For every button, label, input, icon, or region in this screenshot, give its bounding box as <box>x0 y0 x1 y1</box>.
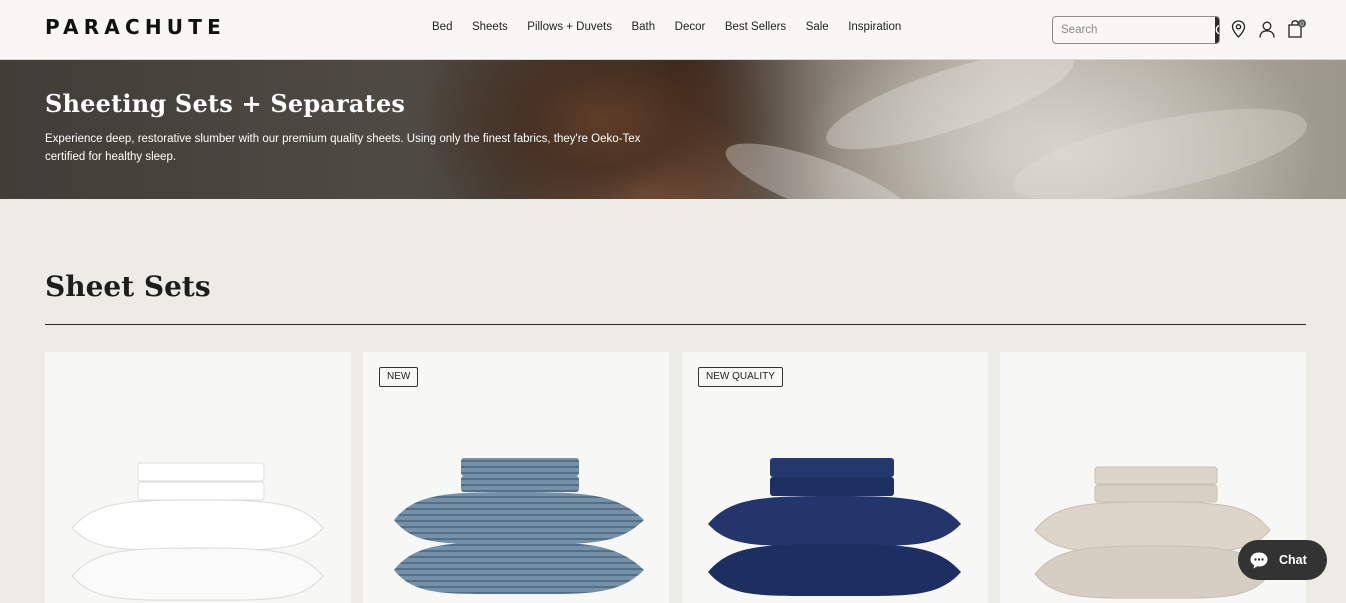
chat-bubble-icon <box>1250 552 1268 568</box>
main-nav: Bed Sheets Pillows + Duvets Bath Decor B… <box>432 21 921 33</box>
nav-item-sale[interactable]: Sale <box>806 21 829 33</box>
search-input[interactable] <box>1053 17 1215 43</box>
product-card[interactable]: NEW QUALITY <box>682 352 988 603</box>
search-button[interactable] <box>1215 17 1219 43</box>
product-card[interactable] <box>45 352 351 603</box>
hero-title: Sheeting Sets + Separates <box>45 89 406 118</box>
bag-icon: 0 <box>1288 19 1306 38</box>
product-card[interactable]: NEW <box>363 352 669 603</box>
nav-item-best-sellers[interactable]: Best Sellers <box>725 21 786 33</box>
nav-item-bath[interactable]: Bath <box>631 21 655 33</box>
product-image <box>71 462 324 601</box>
product-badge: NEW QUALITY <box>698 367 783 387</box>
hero-image-fabric <box>817 60 1083 169</box>
hero-banner: Sheeting Sets + Separates Experience dee… <box>0 60 1346 199</box>
account-icon <box>1259 21 1275 38</box>
nav-item-pillows-duvets[interactable]: Pillows + Duvets <box>527 21 612 33</box>
nav-item-inspiration[interactable]: Inspiration <box>848 21 901 33</box>
hero-image-fabric <box>1006 89 1314 199</box>
site-header: PARACHUTE Bed Sheets Pillows + Duvets Ba… <box>0 0 1346 60</box>
cart-button[interactable]: 0 <box>1287 19 1307 39</box>
chat-button[interactable]: Chat <box>1238 540 1327 580</box>
product-badge: NEW <box>379 367 419 387</box>
nav-item-decor[interactable]: Decor <box>675 21 706 33</box>
product-image <box>394 458 644 595</box>
location-icon <box>1231 20 1245 38</box>
nav-item-sheets[interactable]: Sheets <box>472 21 508 33</box>
nav-item-bed[interactable]: Bed <box>432 21 452 33</box>
store-locator-button[interactable] <box>1228 19 1248 39</box>
hero-description: Experience deep, restorative slumber wit… <box>45 133 641 163</box>
cart-count: 0 <box>1300 21 1304 28</box>
product-image <box>708 458 961 597</box>
search-box <box>1052 16 1220 44</box>
chat-label: Chat <box>1279 553 1307 567</box>
section-title: Sheet Sets <box>45 270 211 303</box>
section-divider <box>45 324 1306 325</box>
brand-logo[interactable]: PARACHUTE <box>45 15 226 39</box>
search-icon <box>1215 24 1219 34</box>
account-button[interactable] <box>1257 19 1277 39</box>
